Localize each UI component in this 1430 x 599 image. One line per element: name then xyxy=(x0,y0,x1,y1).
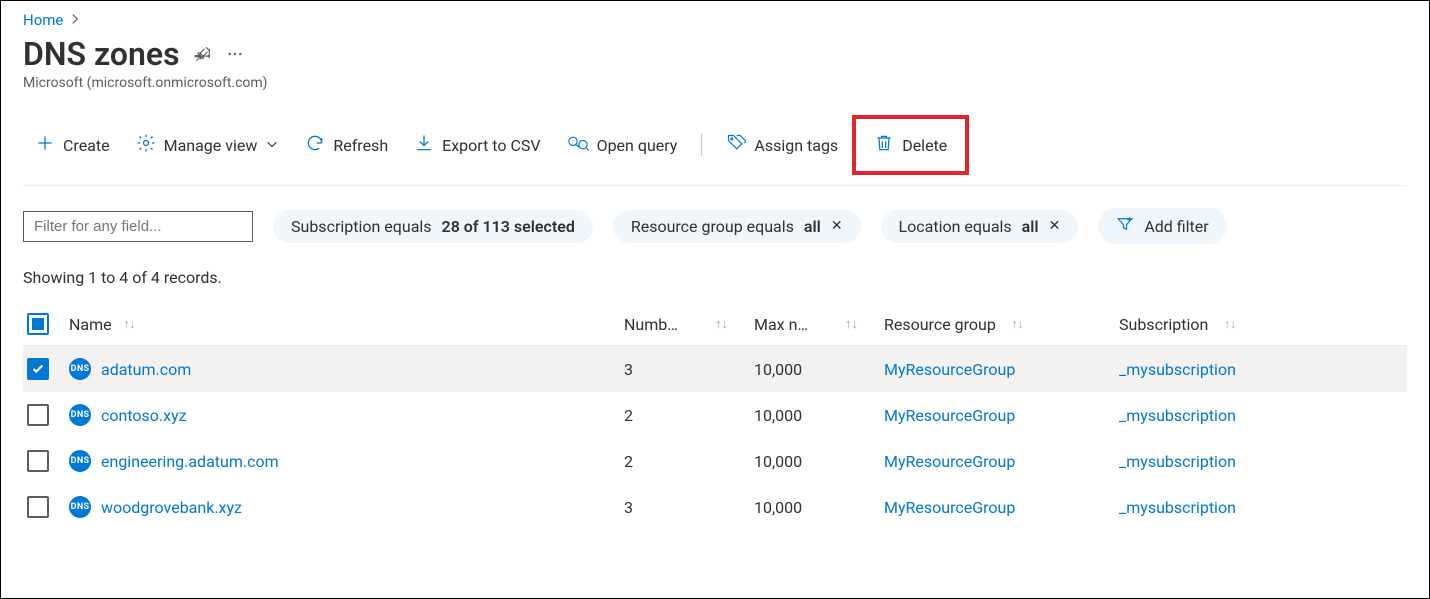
cell-number: 2 xyxy=(620,452,750,471)
filter-pill-resource-group[interactable]: Resource group equals all ✕ xyxy=(613,210,861,243)
zone-name-link[interactable]: engineering.adatum.com xyxy=(101,452,279,471)
add-filter-label: Add filter xyxy=(1144,217,1208,236)
zone-name-link[interactable]: woodgrovebank.xyz xyxy=(101,498,242,517)
delete-button[interactable]: Delete xyxy=(862,127,959,163)
open-query-button[interactable]: Open query xyxy=(555,127,690,163)
filter-sub-bold: 28 of 113 selected xyxy=(442,217,575,236)
dns-zone-icon: DNS xyxy=(69,496,91,518)
resource-group-link[interactable]: MyResourceGroup xyxy=(884,406,1015,425)
filter-input[interactable] xyxy=(23,211,253,242)
pin-icon[interactable] xyxy=(194,45,212,63)
subscription-link[interactable]: _mysubscription xyxy=(1119,406,1236,425)
cell-max: 10,000 xyxy=(750,406,880,425)
manage-view-label: Manage view xyxy=(164,136,258,155)
sort-icon: ↑↓ xyxy=(1224,317,1236,331)
delete-label: Delete xyxy=(902,136,947,155)
refresh-icon xyxy=(305,133,325,157)
subscription-link[interactable]: _mysubscription xyxy=(1119,452,1236,471)
cell-max: 10,000 xyxy=(750,360,880,379)
manage-view-button[interactable]: Manage view xyxy=(124,127,292,163)
export-csv-button[interactable]: Export to CSV xyxy=(402,127,552,163)
breadcrumb-home[interactable]: Home xyxy=(23,11,63,29)
sort-icon: ↑↓ xyxy=(1012,317,1024,331)
cell-number: 3 xyxy=(620,498,750,517)
assign-tags-label: Assign tags xyxy=(754,136,838,155)
filter-rg-bold: all xyxy=(804,217,821,236)
resource-group-link[interactable]: MyResourceGroup xyxy=(884,452,1015,471)
cell-number: 2 xyxy=(620,406,750,425)
close-icon[interactable]: ✕ xyxy=(1049,218,1061,234)
sort-icon: ↑↓ xyxy=(845,316,858,332)
sort-icon: ↑↓ xyxy=(715,316,728,332)
cell-max: 10,000 xyxy=(750,452,880,471)
sort-icon: ↑↓ xyxy=(124,317,136,331)
column-header-resource-group[interactable]: Resource group ↑↓ xyxy=(880,315,1115,334)
filter-pill-location[interactable]: Location equals all ✕ xyxy=(881,210,1079,243)
subscription-link[interactable]: _mysubscription xyxy=(1119,498,1236,517)
refresh-label: Refresh xyxy=(333,136,388,155)
dns-zone-icon: DNS xyxy=(69,358,91,380)
filter-sub-prefix: Subscription equals xyxy=(291,217,432,236)
filter-rg-prefix: Resource group equals xyxy=(631,217,794,236)
row-checkbox[interactable] xyxy=(27,358,49,380)
filter-loc-bold: all xyxy=(1022,217,1039,236)
download-icon xyxy=(414,133,434,157)
trash-icon xyxy=(874,133,894,157)
cell-number: 3 xyxy=(620,360,750,379)
chevron-right-icon xyxy=(69,11,81,29)
add-filter-button[interactable]: Add filter xyxy=(1098,208,1226,244)
tags-icon xyxy=(726,133,746,157)
page-subtitle: Microsoft (microsoft.onmicrosoft.com) xyxy=(23,75,1407,91)
table-row[interactable]: DNS adatum.com 310,000MyResourceGroup _mysu… xyxy=(23,346,1407,392)
create-label: Create xyxy=(63,136,110,155)
assign-tags-button[interactable]: Assign tags xyxy=(714,127,850,163)
zone-name-link[interactable]: adatum.com xyxy=(101,360,191,379)
table-row[interactable]: DNS woodgrovebank.xyz 310,000MyResourceGro… xyxy=(23,484,1407,530)
refresh-button[interactable]: Refresh xyxy=(293,127,400,163)
table-row[interactable]: DNS engineering.adatum.com 210,000MyResour… xyxy=(23,438,1407,484)
dns-zone-icon: DNS xyxy=(69,404,91,426)
dns-zone-icon: DNS xyxy=(69,450,91,472)
create-button[interactable]: Create xyxy=(23,127,122,163)
status-text: Showing 1 to 4 of 4 records. xyxy=(23,268,1407,287)
cell-max: 10,000 xyxy=(750,498,880,517)
close-icon[interactable]: ✕ xyxy=(831,218,843,234)
filter-add-icon xyxy=(1116,215,1134,237)
export-csv-label: Export to CSV xyxy=(442,136,540,155)
open-query-label: Open query xyxy=(597,136,678,155)
subscription-link[interactable]: _mysubscription xyxy=(1119,360,1236,379)
column-header-name[interactable]: Name ↑↓ xyxy=(65,315,620,334)
resource-group-link[interactable]: MyResourceGroup xyxy=(884,360,1015,379)
breadcrumb: Home xyxy=(23,1,1407,29)
chevron-down-icon xyxy=(265,136,279,155)
query-icon xyxy=(567,133,589,157)
dns-zones-table: Name ↑↓ Numb…↑↓ Max n…↑↓ Resource group … xyxy=(23,305,1407,530)
gear-icon xyxy=(136,133,156,157)
zone-name-link[interactable]: contoso.xyz xyxy=(101,406,187,425)
column-header-max[interactable]: Max n…↑↓ xyxy=(750,315,880,334)
column-header-subscription[interactable]: Subscription ↑↓ xyxy=(1115,315,1350,334)
plus-icon xyxy=(35,133,55,157)
filter-pill-subscription[interactable]: Subscription equals 28 of 113 selected xyxy=(273,210,593,243)
ellipsis-icon[interactable] xyxy=(226,45,244,63)
select-all-checkbox[interactable] xyxy=(27,313,49,335)
column-header-number[interactable]: Numb…↑↓ xyxy=(620,315,750,334)
delete-highlight-box: Delete xyxy=(852,115,969,175)
toolbar-separator xyxy=(701,134,702,156)
page-title: DNS zones xyxy=(23,35,180,73)
filter-loc-prefix: Location equals xyxy=(899,217,1012,236)
row-checkbox[interactable] xyxy=(27,496,49,518)
table-row[interactable]: DNS contoso.xyz 210,000MyResourceGroup _mys… xyxy=(23,392,1407,438)
resource-group-link[interactable]: MyResourceGroup xyxy=(884,498,1015,517)
row-checkbox[interactable] xyxy=(27,404,49,426)
table-header-row: Name ↑↓ Numb…↑↓ Max n…↑↓ Resource group … xyxy=(23,305,1407,346)
row-checkbox[interactable] xyxy=(27,450,49,472)
